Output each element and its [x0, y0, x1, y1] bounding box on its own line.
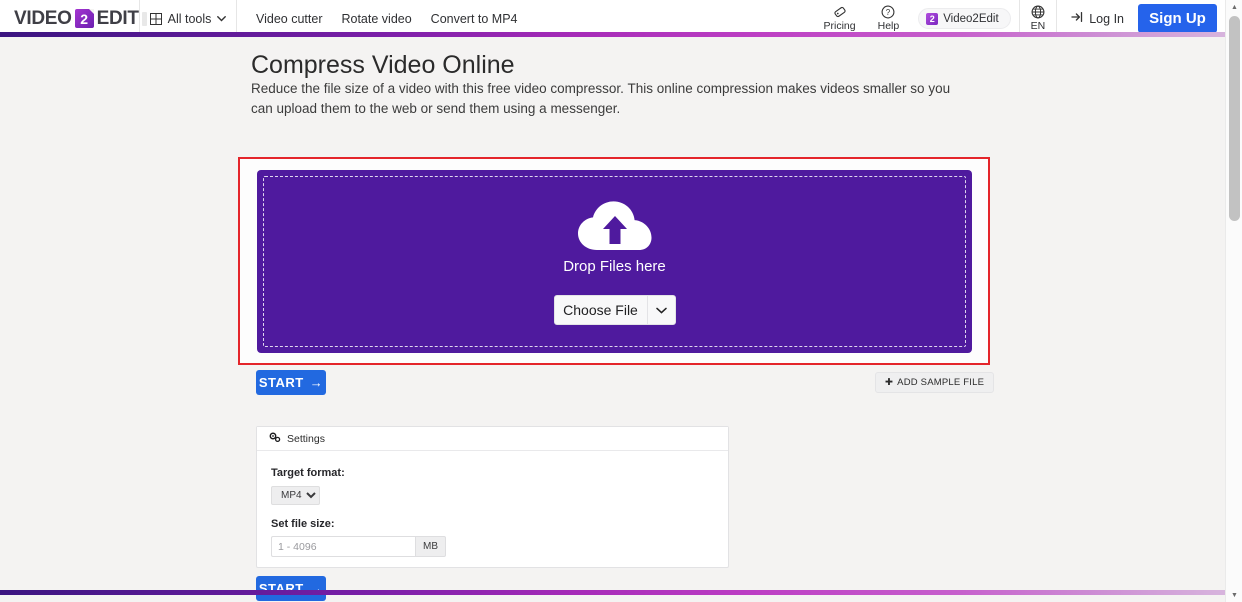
- price-tag-icon: [833, 5, 847, 19]
- pricing-label: Pricing: [823, 20, 856, 32]
- file-size-input[interactable]: [271, 536, 415, 557]
- logo-text-second: EDIT: [96, 7, 139, 29]
- start-button-top-label: START: [258, 375, 304, 390]
- dropzone-content: Drop Files here Choose File: [553, 198, 676, 325]
- login-label: Log In: [1089, 11, 1124, 26]
- login-arrow-icon: [1071, 10, 1084, 28]
- question-circle-icon: ?: [881, 5, 895, 19]
- plus-icon: ✚: [885, 377, 894, 388]
- page-root: VIDEO 2 EDIT All tools Video cutter Rota: [0, 0, 1242, 602]
- nav-link-convert-to-mp4[interactable]: Convert to MP4: [431, 12, 518, 26]
- signup-button[interactable]: Sign Up: [1138, 4, 1217, 33]
- page-subtitle: Reduce the file size of a video with thi…: [251, 81, 951, 116]
- brand-account-pill[interactable]: 2 Video2Edit: [918, 8, 1011, 29]
- chevron-down-icon: [217, 14, 227, 24]
- add-sample-file-label: ADD SAMPLE FILE: [897, 377, 985, 388]
- choose-file-chevron-down-icon[interactable]: [646, 296, 675, 324]
- language-label: EN: [1030, 20, 1046, 32]
- settings-panel: Settings Target format: MP4 Set file siz…: [256, 426, 729, 568]
- brand-badge-icon: 2: [926, 12, 939, 25]
- scrollbar-up-arrow-icon[interactable]: ▲: [1226, 0, 1242, 14]
- target-format-label: Target format:: [271, 467, 345, 479]
- help-label: Help: [877, 20, 900, 32]
- settings-body: Target format: MP4 Set file size: MB: [257, 451, 728, 557]
- choose-file-label: Choose File: [563, 302, 638, 318]
- nav-link-rotate-video[interactable]: Rotate video: [341, 12, 411, 26]
- all-tools-label: All tools: [167, 11, 212, 26]
- footer-gradient-rule: [0, 590, 1225, 595]
- settings-title: Settings: [287, 432, 325, 445]
- header-gradient-rule: [0, 32, 1225, 37]
- page-scrollbar[interactable]: ▲ ▼: [1225, 0, 1242, 602]
- nav-link-video-cutter[interactable]: Video cutter: [256, 12, 322, 26]
- grid-icon: [149, 12, 162, 25]
- file-dropzone[interactable]: Drop Files here Choose File: [257, 170, 972, 353]
- brand-pill-label: Video2Edit: [943, 12, 999, 25]
- file-size-unit-label: MB: [415, 536, 446, 557]
- scrollbar-down-arrow-icon[interactable]: ▼: [1226, 588, 1242, 602]
- choose-file-button[interactable]: Choose File: [553, 295, 676, 325]
- file-size-field-group: MB: [271, 536, 446, 557]
- globe-icon: [1031, 5, 1045, 19]
- page-title: Compress Video Online: [251, 51, 515, 79]
- logo-badge: 2: [74, 9, 94, 28]
- settings-header: Settings: [257, 427, 728, 451]
- scrollbar-thumb[interactable]: [1229, 16, 1240, 221]
- dropzone-label: Drop Files here: [563, 258, 666, 275]
- target-format-select[interactable]: MP4: [271, 486, 320, 505]
- cloud-upload-icon: [575, 198, 655, 256]
- file-size-label: Set file size:: [271, 518, 335, 530]
- add-sample-file-button[interactable]: ✚ ADD SAMPLE FILE: [875, 372, 995, 393]
- arrow-right-icon: →: [309, 375, 324, 390]
- logo-text-first: VIDEO: [14, 7, 72, 29]
- start-button-top[interactable]: START →: [256, 370, 326, 395]
- svg-text:?: ?: [886, 8, 891, 17]
- start-button-bottom[interactable]: START →: [256, 576, 326, 601]
- gears-icon: [269, 430, 281, 448]
